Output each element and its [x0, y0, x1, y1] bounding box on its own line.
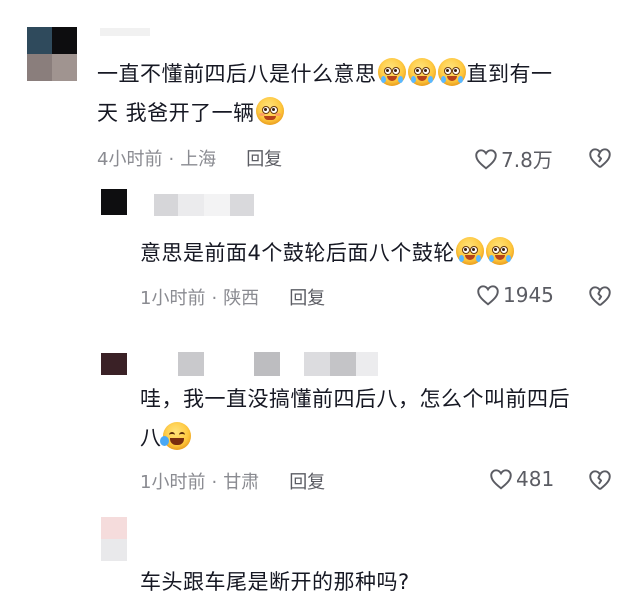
username-blurred[interactable] [154, 194, 254, 216]
avatar[interactable] [101, 353, 127, 375]
heart-outline-icon [477, 285, 499, 306]
like-count: 481 [516, 467, 555, 491]
reply-button[interactable]: 回复 [289, 284, 325, 310]
dislike-button[interactable] [587, 467, 613, 497]
like-button[interactable]: 1945 [475, 282, 554, 308]
like-count: 7.8万 [501, 148, 553, 172]
tears-of-joy-emoji-icon [159, 422, 191, 450]
heart-outline-icon [475, 148, 497, 169]
heart-outline-icon [490, 469, 512, 490]
reply-button[interactable]: 回复 [246, 145, 282, 171]
avatar[interactable] [101, 189, 127, 215]
smile-emoji-icon [255, 97, 284, 125]
avatar[interactable] [101, 517, 127, 561]
dislike-button[interactable] [587, 145, 613, 175]
broken-heart-icon [589, 286, 611, 306]
comment-text: 一直不懂前四后八是什么意思 直到有一 天 我爸开了一辆 [97, 55, 617, 133]
comment-location: 甘肃 [223, 472, 260, 493]
crying-emoji-icon [485, 237, 514, 265]
comment-meta: 4小时前 · 上海 回复 [97, 145, 282, 171]
meta-separator: · [211, 472, 218, 493]
crying-emoji-icon [437, 58, 466, 86]
username-blurred[interactable] [100, 28, 150, 36]
reply-button[interactable]: 回复 [289, 468, 325, 494]
username-blurred[interactable] [178, 352, 378, 376]
avatar[interactable] [27, 27, 77, 81]
comment-text: 车头跟车尾是断开的那种吗? [140, 570, 410, 594]
comment-time: 1小时前 [140, 472, 206, 493]
comment-location: 陕西 [223, 288, 260, 309]
like-count: 1945 [503, 283, 554, 307]
meta-separator: · [211, 288, 218, 309]
meta-separator: · [168, 149, 175, 170]
dislike-button[interactable] [587, 283, 613, 313]
comment-meta: 1小时前 · 甘肃 回复 [140, 468, 325, 494]
broken-heart-icon [589, 470, 611, 490]
like-button[interactable]: 481 [488, 466, 554, 492]
crying-emoji-icon [407, 58, 436, 86]
crying-emoji-icon [455, 237, 484, 265]
broken-heart-icon [589, 148, 611, 168]
comment-text: 哇，我一直没搞懂前四后八，怎么个叫前四后 八 [140, 387, 570, 450]
like-button[interactable]: 7.8万 [473, 144, 553, 173]
comment-text: 意思是前面4个鼓轮后面八个鼓轮 [140, 234, 620, 273]
comment-meta: 1小时前 · 陕西 回复 [140, 284, 325, 310]
comment-time: 4小时前 [97, 149, 163, 170]
crying-emoji-icon [377, 58, 406, 86]
comment-time: 1小时前 [140, 288, 206, 309]
comment-location: 上海 [180, 149, 217, 170]
